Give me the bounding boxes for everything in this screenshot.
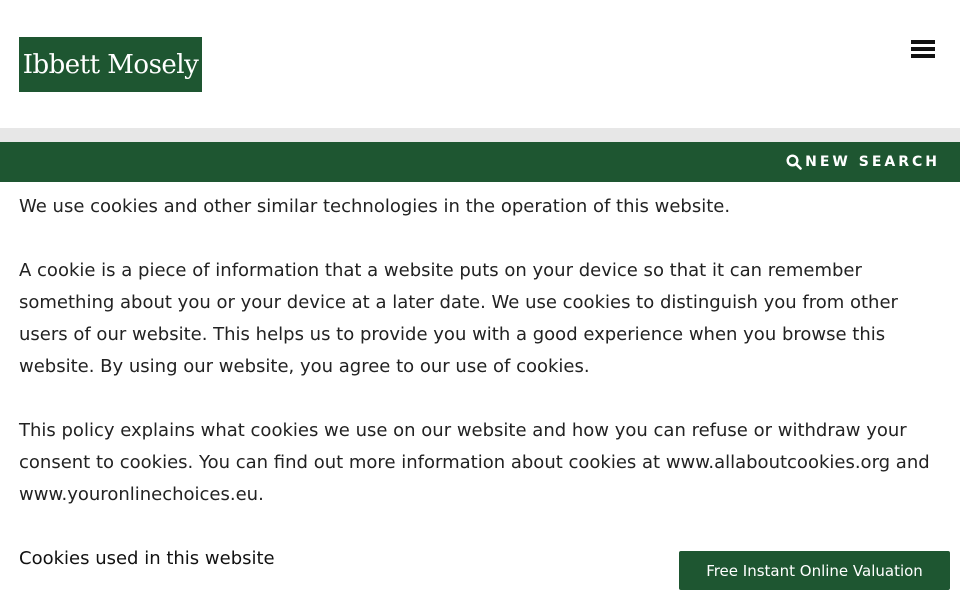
logo-text: Ibbett Mosely — [22, 49, 199, 80]
menu-bar — [911, 47, 935, 51]
menu-bar — [911, 54, 935, 58]
new-search-label: NEW SEARCH — [805, 154, 940, 170]
cookie-policy-content: We use cookies and other similar technol… — [19, 191, 944, 575]
search-bar: NEW SEARCH — [0, 142, 960, 182]
free-valuation-button[interactable]: Free Instant Online Valuation — [679, 551, 950, 590]
logo[interactable]: Ibbett Mosely — [19, 37, 202, 92]
menu-bar — [911, 40, 935, 44]
policy-paragraph: We use cookies and other similar technol… — [19, 196, 731, 217]
search-icon — [786, 154, 802, 170]
new-search-button[interactable]: NEW SEARCH — [786, 142, 940, 182]
header-divider-strip — [0, 128, 960, 142]
policy-paragraph: This policy explains what cookies we use… — [19, 420, 930, 505]
hamburger-menu-icon[interactable] — [911, 40, 935, 60]
policy-paragraph: A cookie is a piece of information that … — [19, 260, 898, 377]
site-header: Ibbett Mosely — [0, 0, 960, 128]
